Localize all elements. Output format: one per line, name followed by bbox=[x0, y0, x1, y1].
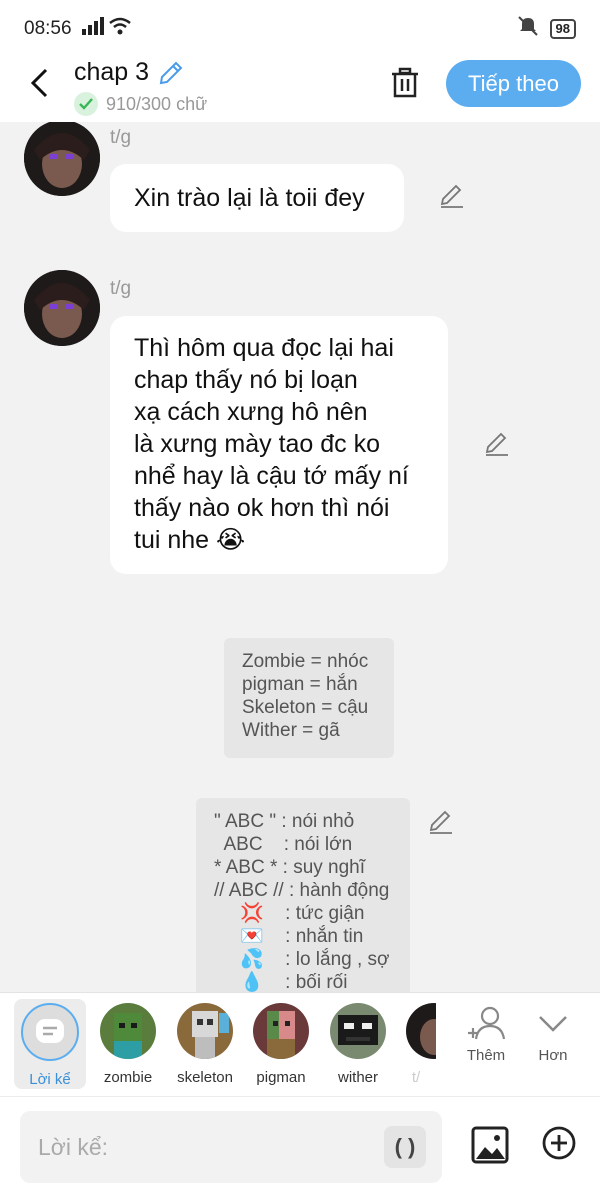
chevron-left-icon bbox=[30, 68, 48, 98]
note-line: Skeleton = cậu bbox=[242, 697, 369, 718]
note-line: 💌 : nhắn tin bbox=[214, 926, 364, 947]
note-line: 💦 : lo lắng , sợ bbox=[214, 949, 390, 970]
note-line: ABC : nói lớn bbox=[214, 834, 353, 855]
character-bar: Lời kể zombie skeleton pigman wither t/ … bbox=[0, 992, 600, 1096]
character-wither[interactable]: wither bbox=[322, 1001, 394, 1086]
note-line: // ABC // : hành động bbox=[214, 880, 390, 901]
battery-icon: 98 bbox=[549, 19, 576, 39]
trash-icon bbox=[392, 67, 418, 98]
tg-avatar bbox=[406, 1003, 436, 1059]
wither-avatar bbox=[330, 1003, 386, 1059]
chapter-title-text: chap 3 bbox=[74, 58, 150, 86]
status-bar: 08:56 98 bbox=[0, 0, 600, 58]
wifi-icon bbox=[108, 17, 132, 41]
message-input[interactable]: Lời kể: ( ) bbox=[20, 1111, 442, 1183]
avatar[interactable] bbox=[24, 122, 100, 196]
character-zombie[interactable]: zombie bbox=[92, 1001, 164, 1086]
character-label: t/ bbox=[411, 1069, 421, 1086]
zombie-avatar bbox=[100, 1003, 156, 1059]
note-line: Zombie = nhóc bbox=[242, 651, 369, 672]
add-icon[interactable] bbox=[541, 1125, 577, 1161]
narration-note[interactable]: " ABC " : nói nhỏ ABC : nói lớn * ABC * … bbox=[196, 798, 410, 992]
word-count-text: 910/300 chữ bbox=[106, 93, 208, 114]
note-line: * ABC * : suy nghĩ bbox=[214, 857, 366, 878]
message-bubble[interactable]: Xin trào lại là toii đey bbox=[110, 164, 404, 232]
add-character-button[interactable]: Thêm bbox=[456, 1005, 516, 1064]
message-line: nhể hay là cậu tớ mấy ní bbox=[134, 462, 409, 490]
status-time: 08:56 bbox=[24, 18, 72, 39]
character-skeleton[interactable]: skeleton bbox=[169, 1001, 241, 1086]
character-tg[interactable]: t/ bbox=[396, 1001, 436, 1086]
character-label: skeleton bbox=[177, 1069, 233, 1086]
character-label: Lời kể bbox=[29, 1071, 71, 1088]
add-user-icon bbox=[468, 1006, 506, 1040]
message-input-placeholder: Lời kể: bbox=[38, 1133, 109, 1160]
chevron-down-icon bbox=[539, 1016, 567, 1032]
message-line: là xưng mày tao đc ko bbox=[134, 430, 381, 458]
speaker-name: t/g bbox=[110, 278, 132, 299]
narration-note[interactable]: Zombie = nhóc pigman = hắn Skeleton = cậ… bbox=[224, 638, 394, 758]
top-bar: chap 3 910/300 chữ Tiếp theo bbox=[0, 58, 600, 122]
character-label: pigman bbox=[256, 1069, 306, 1086]
edit-icon[interactable] bbox=[438, 182, 466, 210]
speaker-name: t/g bbox=[110, 127, 132, 148]
skeleton-avatar bbox=[177, 1003, 233, 1059]
check-icon bbox=[74, 92, 98, 116]
avatar[interactable] bbox=[24, 270, 100, 346]
pigman-avatar bbox=[253, 1003, 309, 1059]
character-pigman[interactable]: pigman bbox=[245, 1001, 317, 1086]
input-bar: Lời kể: ( ) bbox=[0, 1096, 600, 1200]
mute-icon bbox=[516, 15, 540, 43]
character-label: wither bbox=[337, 1069, 378, 1086]
chapter-title[interactable]: chap 3 bbox=[74, 58, 185, 87]
message-bubble[interactable]: Thì hôm qua đọc lại hai chap thấy nó bị … bbox=[110, 316, 448, 574]
note-line: " ABC " : nói nhỏ bbox=[214, 811, 355, 832]
character-label: zombie bbox=[103, 1069, 153, 1086]
pencil-icon[interactable] bbox=[157, 59, 185, 87]
character-narrator[interactable]: Lời kể bbox=[14, 999, 86, 1089]
delete-button[interactable] bbox=[386, 64, 424, 102]
message-line: xạ cách xưng hô nên bbox=[134, 398, 368, 426]
note-line: 💢 : tức giận bbox=[214, 903, 365, 924]
expand-label: Hơn bbox=[538, 1047, 568, 1064]
message-line: Thì hôm qua đọc lại hai bbox=[134, 334, 394, 362]
narration-icon bbox=[21, 1003, 79, 1061]
note-line: 💧 : bối rối bbox=[214, 972, 348, 992]
note-line: pigman = hắn bbox=[242, 674, 358, 695]
note-line: Wither = gã bbox=[242, 720, 340, 741]
edit-icon[interactable] bbox=[427, 808, 455, 836]
edit-icon[interactable] bbox=[483, 430, 511, 458]
expand-button[interactable]: Hơn bbox=[523, 1005, 583, 1064]
image-icon[interactable] bbox=[470, 1125, 510, 1165]
add-character-label: Thêm bbox=[466, 1047, 506, 1064]
word-count: 910/300 chữ bbox=[74, 92, 207, 116]
message-line: tui nhe 😭 bbox=[134, 526, 246, 554]
parenthesis-button[interactable]: ( ) bbox=[384, 1126, 426, 1168]
message-line: thấy nào ok hơn thì nói bbox=[134, 494, 390, 522]
back-button[interactable] bbox=[22, 66, 56, 100]
chat-area[interactable]: t/g Xin trào lại là toii đey t/g Thì hôm… bbox=[0, 122, 600, 992]
signal-icon bbox=[81, 17, 108, 41]
message-line: chap thấy nó bị loạn bbox=[134, 366, 358, 394]
next-button[interactable]: Tiếp theo bbox=[446, 60, 581, 107]
